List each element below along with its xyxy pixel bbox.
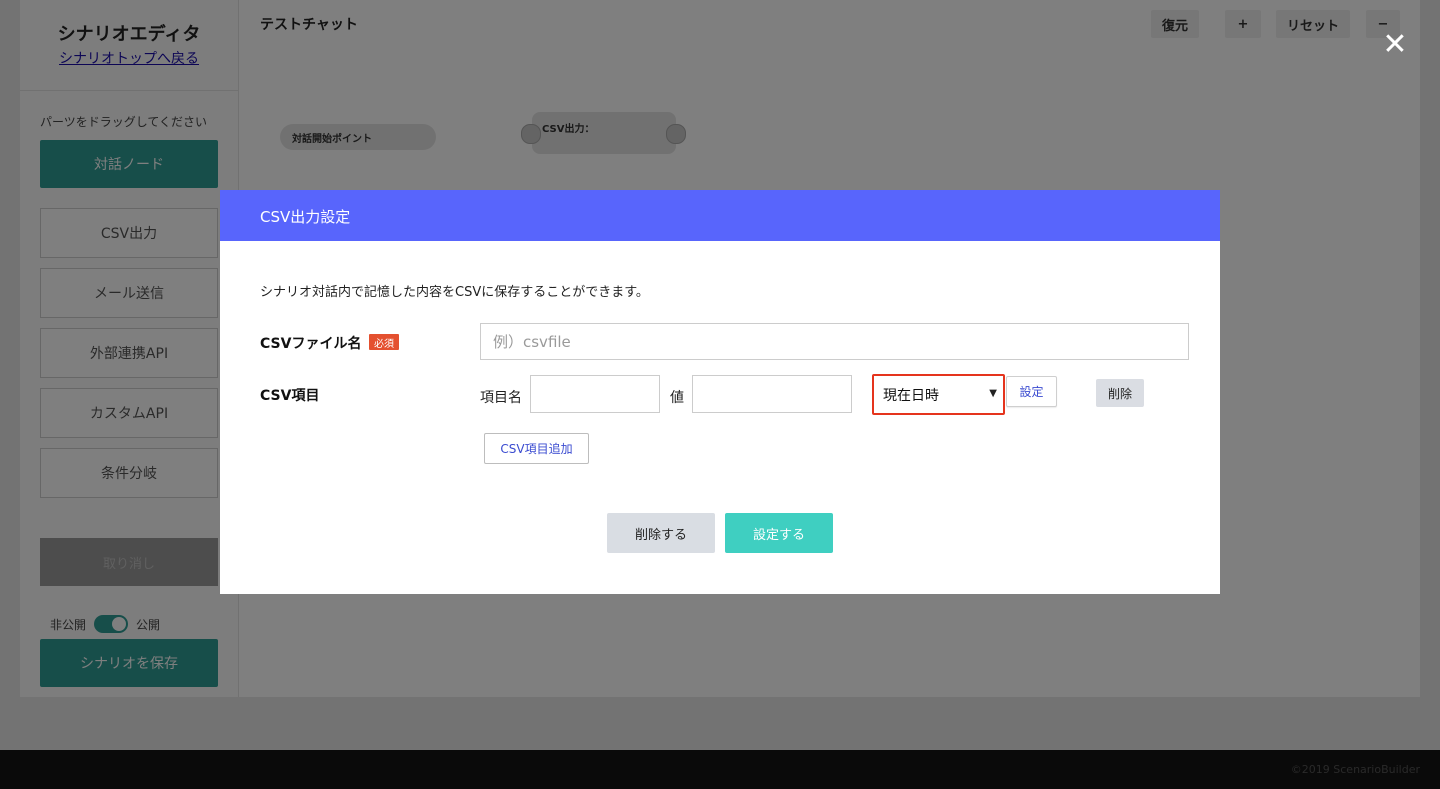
value-input[interactable] [692, 375, 852, 413]
csv-output-settings-modal: CSV出力設定 シナリオ対話内で記憶した内容をCSVに保存することができます。 … [220, 190, 1220, 594]
footer-copyright: ©2019 ScenarioBuilder [1290, 763, 1420, 776]
footer: ©2019 ScenarioBuilder [0, 750, 1440, 789]
required-badge: 必須 [369, 334, 399, 350]
modal-description: シナリオ対話内で記憶した内容をCSVに保存することができます。 [260, 285, 649, 300]
value-label: 値 [670, 390, 684, 406]
csv-items-label: CSV項目 [260, 388, 320, 404]
submit-settings-button[interactable]: 設定する [725, 513, 833, 553]
item-name-input[interactable] [530, 375, 660, 413]
select-value: 現在日時 [883, 387, 939, 404]
item-name-label: 項目名 [480, 390, 522, 406]
add-csv-item-button[interactable]: CSV項目追加 [484, 433, 589, 464]
delete-button[interactable]: 削除する [607, 513, 715, 553]
item-set-button[interactable]: 設定 [1006, 376, 1057, 407]
item-delete-button[interactable]: 削除 [1096, 379, 1144, 407]
value-type-select[interactable]: 現在日時 ▼ [872, 374, 1005, 415]
modal-header: CSV出力設定 [220, 190, 1220, 241]
close-icon[interactable]: ✕ [1382, 30, 1408, 60]
caret-down-icon: ▼ [989, 388, 997, 399]
csv-filename-label: CSVファイル名 [260, 336, 362, 352]
csv-filename-input[interactable] [480, 323, 1189, 360]
modal-title: CSV出力設定 [260, 208, 351, 226]
